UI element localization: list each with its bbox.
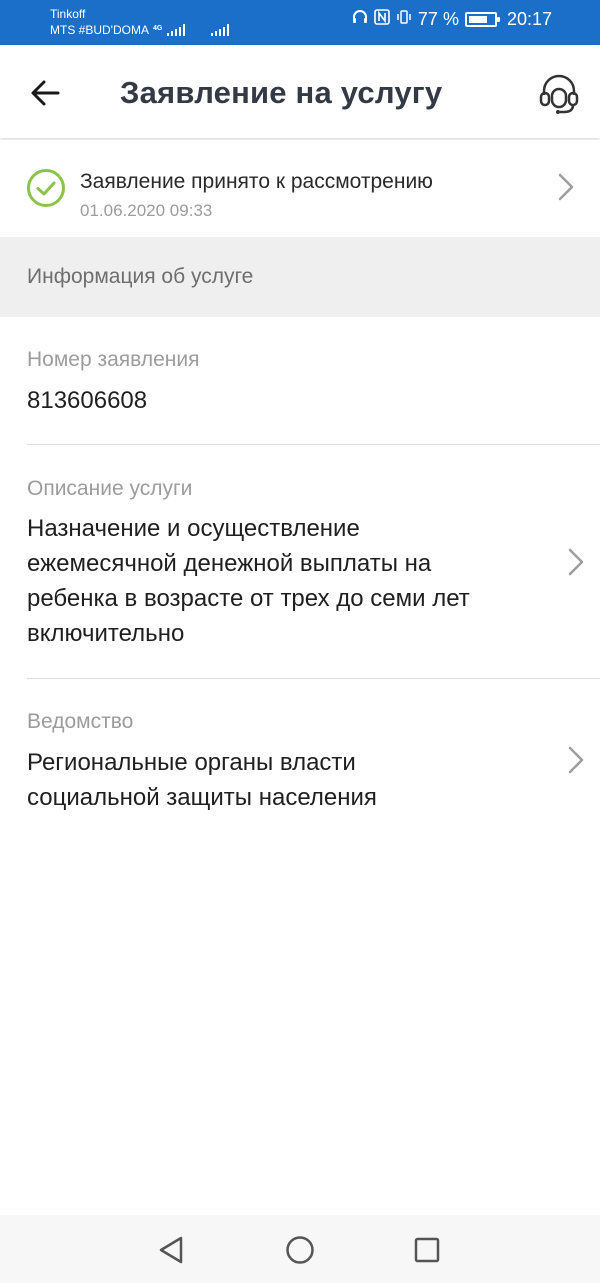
circle-home-icon xyxy=(286,1236,314,1264)
section-title: Информация об услуге xyxy=(27,265,254,288)
vibrate-icon xyxy=(396,9,412,30)
description-line: ежемесячной денежной выплаты на xyxy=(27,550,432,577)
app-header: Заявление на услугу xyxy=(0,45,600,138)
description-line: ребенка в возрасте от трех до семи лет xyxy=(27,585,470,612)
agency-line: социальной защиты населения xyxy=(27,784,377,811)
section-header: Информация об услуге xyxy=(0,237,600,317)
status-text: Заявление принято к рассмотрению xyxy=(80,170,433,193)
service-description-value: Назначение и осуществление ежемесячной д… xyxy=(27,511,470,651)
page-title: Заявление на услугу xyxy=(120,75,443,110)
application-number-label: Номер заявления xyxy=(27,348,200,371)
back-button[interactable] xyxy=(26,73,66,113)
nav-recents-button[interactable] xyxy=(407,1230,447,1270)
system-navigation-bar xyxy=(0,1215,600,1283)
status-date: 01.06.2020 09:33 xyxy=(80,201,213,220)
carrier-info: Tinkoff MTS #BUD'DOMA 4G xyxy=(50,6,230,38)
divider xyxy=(27,678,600,679)
description-line: включительно xyxy=(27,620,185,647)
support-button[interactable] xyxy=(536,71,582,117)
battery-icon xyxy=(464,12,500,27)
arrow-left-icon xyxy=(31,80,60,106)
nav-home-button[interactable] xyxy=(280,1230,320,1270)
agency-label: Ведомство xyxy=(27,710,134,733)
agency-line: Региональные органы власти xyxy=(27,749,356,776)
chevron-right-icon xyxy=(568,746,584,774)
nfc-icon xyxy=(374,9,390,30)
network-type: 4G xyxy=(152,25,163,32)
carrier-1-name: Tinkoff xyxy=(50,7,86,21)
battery-percent: 77 % xyxy=(417,9,459,29)
carrier-2-name: MTS #BUD'DOMA xyxy=(50,23,149,37)
application-status-row[interactable]: Заявление принято к рассмотрению 01.06.2… xyxy=(0,140,600,236)
signal-strength-1-icon xyxy=(167,24,186,36)
agency-value: Региональные органы власти социальной за… xyxy=(27,745,377,815)
check-circle-icon xyxy=(27,169,65,207)
service-description-label: Описание услуги xyxy=(27,477,193,500)
nav-back-button[interactable] xyxy=(152,1230,192,1270)
square-recents-icon xyxy=(414,1237,440,1263)
application-number-value: 813606608 xyxy=(27,387,148,414)
system-status-bar: Tinkoff MTS #BUD'DOMA 4G 77 % 20:17 xyxy=(0,0,600,45)
triangle-back-icon xyxy=(159,1236,183,1264)
headphones-icon xyxy=(352,9,368,30)
clock-time: 20:17 xyxy=(506,9,552,29)
divider xyxy=(27,444,600,445)
chevron-right-icon xyxy=(558,173,574,201)
chevron-right-icon xyxy=(568,548,584,576)
description-line: Назначение и осуществление xyxy=(27,515,360,542)
headset-icon xyxy=(539,74,579,114)
signal-strength-2-icon xyxy=(211,24,230,36)
